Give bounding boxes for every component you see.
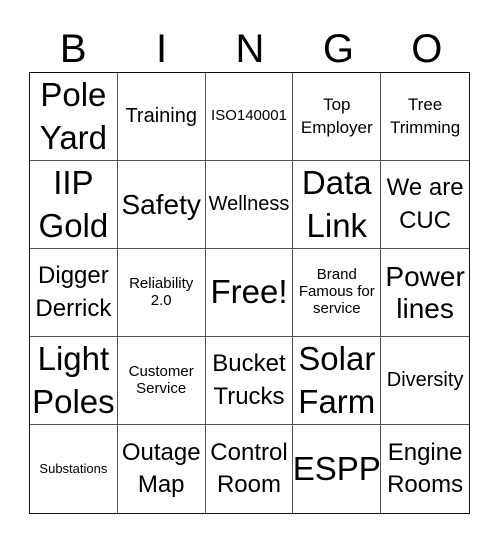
bingo-cell[interactable]: Safety (117, 161, 206, 249)
bingo-grid: Pole Yard Training ISO140001 Top Employer Tr… (29, 72, 470, 514)
bingo-cell[interactable]: ISO140001 (205, 73, 294, 161)
bingo-cell-label: We are CUC (386, 174, 464, 234)
bingo-cell-label: Free! (210, 273, 288, 311)
header-letter-g: G (322, 27, 354, 71)
bingo-cell[interactable]: Engine Rooms (381, 425, 469, 513)
bingo-cell[interactable]: Brand Famous for service (293, 249, 382, 337)
bingo-cell-label: IIP Gold (38, 163, 109, 244)
bingo-cell[interactable]: Customer Service (117, 337, 206, 425)
bingo-cell[interactable]: Training (117, 73, 206, 161)
bingo-cell[interactable]: Wellness (205, 161, 294, 249)
bingo-cell[interactable]: Reliability 2.0 (117, 249, 206, 337)
bingo-cell-label: Reliability 2.0 (129, 274, 194, 309)
bingo-cell[interactable]: Free! (205, 249, 294, 337)
bingo-cell-label: Engine Rooms (387, 438, 464, 498)
bingo-cell-label: Customer Service (128, 362, 194, 397)
bingo-cell-label: Diversity (386, 369, 464, 392)
bingo-cell[interactable]: Control Room (206, 425, 294, 513)
bingo-cell-label: Brand Famous for service (298, 266, 375, 317)
header-letter-n: N (235, 27, 265, 71)
bingo-cell[interactable]: IIP Gold (30, 161, 118, 249)
bingo-cell-label: Pole Yard (39, 75, 108, 156)
bingo-cell[interactable]: Digger Derrick (30, 249, 118, 337)
bingo-cell[interactable]: Pole Yard (30, 73, 118, 161)
bingo-cell[interactable]: Top Employer (293, 73, 382, 161)
bingo-cell[interactable]: Power lines (381, 249, 469, 337)
bingo-cell-label: ESPP (293, 449, 381, 487)
bingo-cell[interactable]: Light Poles (30, 337, 118, 425)
bingo-header: B I N G O (29, 28, 471, 70)
bingo-cell-label: ISO140001 (211, 107, 287, 125)
bingo-cell[interactable]: We are CUC (381, 161, 469, 249)
bingo-cell-label: Solar Farm (298, 339, 376, 420)
bingo-cell-label: Top Employer (300, 95, 373, 137)
bingo-cell-label: Training (125, 105, 197, 128)
header-letter-o: O (411, 27, 443, 71)
bingo-cell-label: Power lines (385, 261, 465, 324)
bingo-cell-label: Control Room (210, 438, 288, 498)
bingo-cell-label: Digger Derrick (35, 262, 112, 322)
bingo-cell[interactable]: ESPP (293, 425, 382, 513)
header-letter-b: B (59, 27, 87, 71)
bingo-cell[interactable]: Diversity (381, 337, 469, 425)
bingo-cell-label: Safety (121, 188, 201, 220)
bingo-cell-label: Bucket Trucks (212, 350, 286, 410)
bingo-cell-label: Substations (39, 460, 108, 476)
header-letter-i: I (156, 27, 168, 71)
bingo-cell-label: Wellness (208, 193, 290, 216)
bingo-cell-label: Light Poles (32, 339, 115, 420)
bingo-cell[interactable]: Substations (30, 425, 118, 513)
bingo-cell[interactable]: Tree Trimming (381, 73, 469, 161)
bingo-cell[interactable]: Outage Map (118, 425, 206, 513)
bingo-cell[interactable]: Data Link (293, 161, 382, 249)
bingo-cell-label: Outage Map (121, 438, 201, 498)
bingo-cell-label: Tree Trimming (389, 95, 461, 137)
bingo-cell[interactable]: Bucket Trucks (205, 337, 294, 425)
bingo-cell[interactable]: Solar Farm (293, 337, 382, 425)
bingo-cell-label: Data Link (301, 163, 372, 244)
